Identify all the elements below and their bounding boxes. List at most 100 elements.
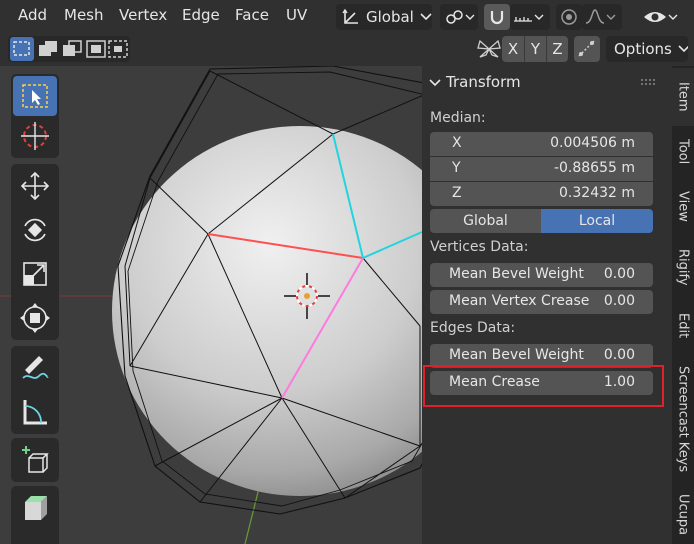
menu-face[interactable]: Face [235, 6, 269, 24]
pivot-icon [446, 10, 463, 24]
menu-vertex[interactable]: Vertex [119, 6, 167, 24]
tab-rigify[interactable]: Rigify [672, 236, 694, 298]
select-new-icon [13, 41, 30, 56]
tab-view-label: View [675, 190, 691, 222]
chevron-down-icon [420, 13, 432, 21]
menu-add[interactable]: Add [18, 6, 47, 24]
global-toggle[interactable]: Global [430, 209, 541, 233]
vertices-data-label: Vertices Data: [430, 239, 529, 255]
rotate-icon [24, 218, 46, 242]
selection-mode-group [8, 36, 130, 62]
orientation-icon [342, 8, 358, 24]
orientation-label: Global [366, 8, 414, 26]
axis-x-toggle[interactable]: X [502, 36, 524, 62]
tool-transform[interactable] [13, 298, 57, 338]
x-value: 0.004506 m [550, 135, 635, 151]
snap-target-dropdown[interactable] [510, 4, 550, 30]
annotate-pencil-icon [22, 356, 49, 379]
chevron-down-icon [534, 14, 544, 20]
tool-select-box[interactable] [13, 76, 57, 116]
transform-panel-header[interactable]: Transform [422, 66, 672, 98]
tab-tool[interactable]: Tool [672, 128, 694, 176]
select-intersect-icon [108, 40, 128, 58]
tab-screencast-keys[interactable]: Screencast Keys [672, 354, 694, 484]
proportional-edit-icon [561, 9, 577, 25]
vertex-bevel-weight-field[interactable]: Mean Bevel Weight 0.00 [430, 263, 653, 287]
select-subtract-icon [63, 40, 82, 56]
visibility-dropdown[interactable] [640, 4, 688, 30]
tool-extrude[interactable] [13, 488, 57, 528]
vertex-crease-label: Mean Vertex Crease [449, 293, 590, 309]
axis-z-toggle[interactable]: Z [546, 36, 568, 62]
tab-view[interactable]: View [672, 178, 694, 234]
snap-toggle[interactable] [484, 4, 510, 30]
header-menubar: Add Mesh Vertex Edge Face UV Global [0, 0, 694, 32]
axis-y-toggle[interactable]: Y [524, 36, 546, 62]
tab-screencast-keys-label: Screencast Keys [675, 365, 691, 473]
tab-edit[interactable]: Edit [672, 300, 694, 352]
vertex-crease-field[interactable]: Mean Vertex Crease 0.00 [430, 290, 653, 314]
select-extend-icon [39, 41, 57, 56]
y-value: -0.88655 m [553, 160, 635, 176]
x-label: X [452, 135, 462, 151]
topology-mirror-icon [578, 40, 595, 57]
falloff-dropdown[interactable] [582, 4, 622, 30]
edge-bevel-weight-value: 0.00 [603, 347, 635, 363]
tool-move[interactable] [13, 166, 57, 206]
tool-annotate[interactable] [13, 348, 57, 388]
chevron-down-icon [668, 14, 678, 20]
transform-icon [20, 303, 50, 333]
tool-rotate[interactable] [13, 210, 57, 250]
butterfly-icon [477, 39, 501, 58]
select-new-button[interactable] [10, 37, 34, 61]
tab-item-label: Item [675, 82, 691, 112]
z-value: 0.32432 m [559, 185, 635, 201]
tab-ucupa[interactable]: Ucupa [672, 486, 694, 544]
select-invert-button[interactable] [84, 37, 108, 61]
topology-mirror-button[interactable] [574, 36, 600, 62]
menu-edge[interactable]: Edge [182, 6, 220, 24]
scale-icon [23, 262, 47, 286]
orientation-dropdown[interactable]: Global [336, 4, 432, 30]
options-dropdown[interactable]: Options [606, 36, 688, 62]
sidebar-transform-panel: Transform Median: X 0.004506 m Y -0.8865… [422, 66, 672, 544]
tool-scale[interactable] [13, 254, 57, 294]
edges-data-label: Edges Data: [430, 320, 516, 336]
vertex-bevel-weight-value: 0.00 [603, 266, 635, 282]
median-x-field[interactable]: X 0.004506 m [430, 132, 653, 156]
tool-measure[interactable] [13, 392, 57, 432]
annotate-tool-group [11, 346, 59, 434]
cursor-tool-icon [21, 122, 49, 150]
eye-icon [644, 12, 666, 22]
drag-handle-icon[interactable] [640, 77, 656, 87]
select-box-icon [22, 84, 48, 108]
menu-uv[interactable]: UV [286, 6, 307, 24]
panel-title: Transform [446, 73, 521, 91]
sidebar-tabs: Item Tool View Rigify Edit Screencast Ke… [672, 66, 694, 544]
select-tool-group [11, 74, 59, 158]
median-y-field[interactable]: Y -0.88655 m [430, 157, 653, 181]
mirror-butterfly-button[interactable] [474, 36, 504, 62]
menu-mesh[interactable]: Mesh [64, 6, 104, 24]
move-icon [20, 171, 50, 201]
tab-ucupa-label: Ucupa [675, 494, 691, 536]
add-cube-tool-group [11, 438, 59, 482]
falloff-curve-icon [585, 9, 605, 24]
proportional-edit-toggle[interactable] [556, 4, 582, 30]
chevron-down-icon [678, 45, 688, 53]
options-label: Options [614, 40, 672, 58]
select-intersect-button[interactable] [106, 37, 130, 61]
local-toggle[interactable]: Local [541, 209, 653, 233]
select-extend-button[interactable] [36, 37, 60, 61]
tool-add-cube[interactable] [13, 440, 57, 480]
select-subtract-button[interactable] [60, 37, 84, 61]
chevron-down-icon [429, 79, 441, 87]
add-cube-icon [22, 446, 49, 473]
pivot-dropdown[interactable] [440, 4, 478, 30]
y-label: Y [452, 160, 461, 176]
median-z-field[interactable]: Z 0.32432 m [430, 182, 653, 206]
tool-cursor[interactable] [13, 116, 57, 156]
chevron-down-icon [465, 14, 475, 20]
tab-item[interactable]: Item [672, 68, 694, 126]
select-invert-icon [86, 40, 106, 58]
